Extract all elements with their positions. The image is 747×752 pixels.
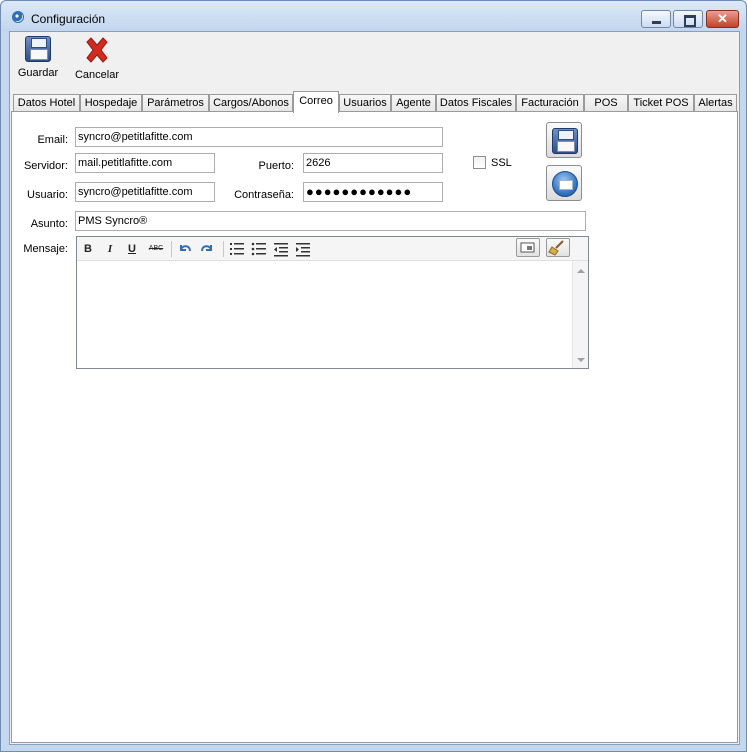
insert-field-button[interactable] — [516, 238, 540, 257]
user-field[interactable]: syncro@petitlafitte.com — [75, 182, 215, 202]
ssl-checkbox[interactable] — [473, 156, 486, 169]
maximize-button[interactable] — [673, 10, 703, 28]
message-label: Mensaje: — [23, 243, 68, 255]
redo-icon[interactable] — [199, 241, 215, 257]
floppy-disk-icon — [25, 36, 51, 62]
strikethrough-button[interactable]: ABC — [146, 241, 166, 257]
tab-datos-hotel[interactable]: Datos Hotel — [13, 94, 80, 112]
save-mail-settings-button[interactable] — [546, 122, 582, 158]
underline-button[interactable]: U — [124, 241, 140, 257]
tab-correo[interactable]: Correo — [293, 91, 339, 113]
tab-usuarios[interactable]: Usuarios — [339, 94, 391, 112]
client-area: Guardar Cancelar Datos Hotel Hospedaje P… — [9, 31, 740, 745]
tab-datos-fiscales[interactable]: Datos Fiscales — [436, 94, 516, 112]
configuration-window: Configuración ✕ Guardar Cancelar Datos H… — [0, 0, 747, 752]
italic-button[interactable]: I — [102, 241, 118, 257]
tab-strip: Datos Hotel Hospedaje Parámetros Cargos/… — [11, 91, 739, 113]
tab-ticket-pos[interactable]: Ticket POS — [628, 94, 694, 112]
floppy-disk-icon — [552, 128, 578, 154]
close-icon: ✕ — [717, 11, 728, 26]
indent-icon[interactable] — [295, 241, 311, 257]
save-button[interactable]: Guardar — [15, 36, 61, 79]
mail-icon — [552, 171, 578, 197]
title-bar: Configuración ✕ — [1, 1, 746, 31]
undo-icon[interactable] — [177, 241, 193, 257]
password-label: Contraseña: — [234, 189, 294, 201]
message-editor: B I U ABC — [76, 236, 589, 369]
tab-parametros[interactable]: Parámetros — [142, 94, 209, 112]
clear-format-button[interactable] — [546, 238, 570, 257]
close-button[interactable]: ✕ — [706, 10, 739, 28]
subject-field[interactable]: PMS Syncro® — [75, 211, 586, 231]
subject-label: Asunto: — [30, 218, 68, 230]
correo-panel: Email: syncro@petitlafitte.com Servidor:… — [11, 111, 738, 743]
bullet-list-icon[interactable] — [251, 241, 267, 257]
cancel-button[interactable]: Cancelar — [72, 36, 122, 81]
editor-toolbar: B I U ABC — [77, 237, 588, 261]
tab-facturacion[interactable]: Facturación — [516, 94, 584, 112]
ssl-label: SSL — [491, 157, 512, 169]
message-scrollbar[interactable] — [572, 261, 588, 368]
user-label: Usuario: — [27, 189, 68, 201]
email-label: Email: — [37, 134, 68, 146]
toolbar: Guardar Cancelar — [10, 32, 739, 92]
send-test-mail-button[interactable] — [546, 165, 582, 201]
message-body[interactable] — [77, 261, 572, 368]
red-x-icon — [86, 37, 108, 63]
server-label: Servidor: — [23, 160, 68, 172]
tab-cargos-abonos[interactable]: Cargos/Abonos — [209, 94, 293, 112]
server-field[interactable]: mail.petitlafitte.com — [75, 153, 215, 173]
scroll-down-icon[interactable] — [577, 358, 585, 362]
tab-agente[interactable]: Agente — [391, 94, 436, 112]
window-title: Configuración — [31, 12, 106, 26]
toolbar-separator — [171, 241, 172, 257]
port-label: Puerto: — [258, 160, 294, 172]
email-field[interactable]: syncro@petitlafitte.com — [75, 127, 443, 147]
app-icon — [12, 11, 24, 23]
password-field[interactable]: ●●●●●●●●●●●● — [303, 182, 443, 202]
insert-field-icon — [520, 242, 535, 253]
tab-alertas[interactable]: Alertas — [694, 94, 737, 112]
cancel-label: Cancelar — [74, 69, 120, 81]
tab-pos[interactable]: POS — [584, 94, 628, 112]
toolbar-separator — [223, 241, 224, 257]
save-label: Guardar — [17, 67, 59, 79]
outdent-icon[interactable] — [273, 241, 289, 257]
port-field[interactable]: 2626 — [303, 153, 443, 173]
minimize-button[interactable] — [641, 10, 671, 28]
numbered-list-icon[interactable] — [229, 241, 245, 257]
scroll-up-icon[interactable] — [577, 269, 585, 273]
tab-hospedaje[interactable]: Hospedaje — [80, 94, 142, 112]
bold-button[interactable]: B — [80, 241, 96, 257]
broom-icon — [548, 240, 564, 256]
